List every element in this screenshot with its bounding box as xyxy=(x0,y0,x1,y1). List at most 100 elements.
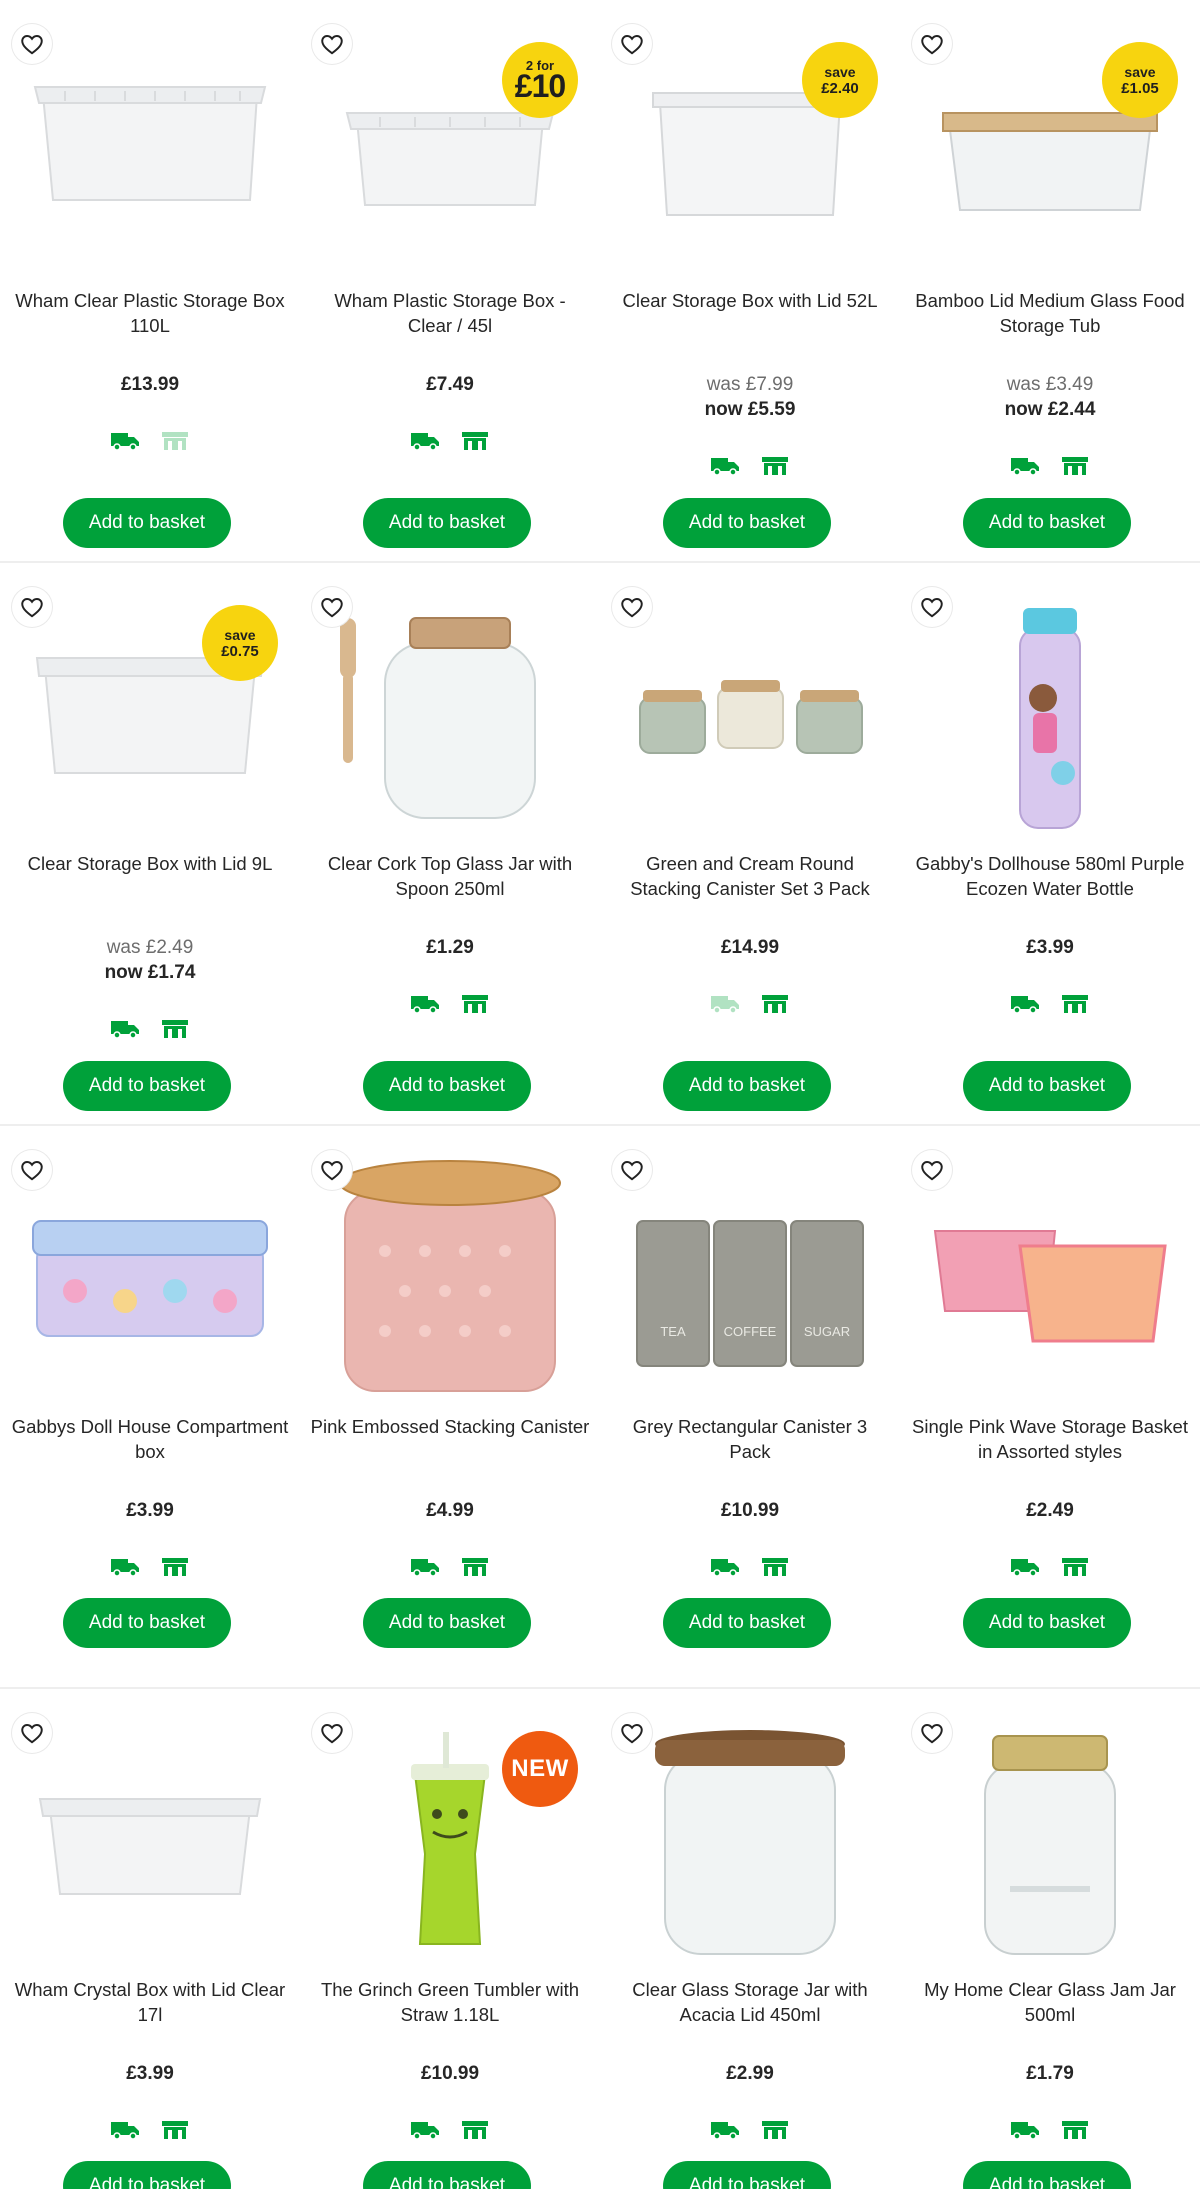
wishlist-button[interactable] xyxy=(12,1713,52,1753)
store-collect-icon xyxy=(162,2121,188,2139)
wishlist-button[interactable] xyxy=(612,1150,652,1190)
fulfilment-icons xyxy=(600,2119,900,2141)
wishlist-button[interactable] xyxy=(912,587,952,627)
add-to-basket-button[interactable]: Add to basket xyxy=(663,1061,831,1111)
product-title[interactable]: The Grinch Green Tumbler with Straw 1.18… xyxy=(310,1977,590,2027)
fulfilment-icons xyxy=(300,1556,600,1578)
wishlist-button[interactable] xyxy=(312,587,352,627)
product-image[interactable] xyxy=(320,583,580,843)
heart-outline-icon xyxy=(921,598,943,618)
product-image[interactable] xyxy=(920,583,1180,843)
was-price: was £2.49 xyxy=(106,937,194,958)
product-title[interactable]: My Home Clear Glass Jam Jar 500ml xyxy=(910,1977,1190,2027)
add-to-basket-button[interactable]: Add to basket xyxy=(963,1061,1131,1111)
fulfilment-icons xyxy=(900,1556,1200,1578)
heart-outline-icon xyxy=(621,1724,643,1744)
product-image[interactable] xyxy=(320,1146,580,1406)
product-image[interactable] xyxy=(920,1146,1180,1406)
wishlist-button[interactable] xyxy=(912,24,952,64)
delivery-van-icon xyxy=(111,1559,139,1577)
add-to-basket-button[interactable]: Add to basket xyxy=(963,498,1131,548)
product-image[interactable] xyxy=(620,1709,880,1969)
wishlist-button[interactable] xyxy=(312,24,352,64)
product-image[interactable] xyxy=(20,20,280,280)
wishlist-button[interactable] xyxy=(12,1150,52,1190)
wishlist-button[interactable] xyxy=(912,1713,952,1753)
wishlist-button[interactable] xyxy=(612,24,652,64)
heart-outline-icon xyxy=(321,1724,343,1744)
product-price: £10.99 xyxy=(720,1500,780,1521)
product-price: £1.29 xyxy=(426,937,474,958)
product-image[interactable]: TEA COFFEE SUGAR xyxy=(620,1146,880,1406)
product-title[interactable]: Clear Storage Box with Lid 9L xyxy=(10,851,290,876)
product-image[interactable] xyxy=(20,1146,280,1406)
product-row: save £0.75 Clear Storage Box with Lid 9L … xyxy=(0,563,1200,1126)
add-to-basket-button[interactable]: Add to basket xyxy=(963,1598,1131,1648)
wishlist-button[interactable] xyxy=(612,587,652,627)
delivery-van-icon xyxy=(411,433,439,451)
add-to-basket-button[interactable]: Add to basket xyxy=(363,1598,531,1648)
was-price: was £7.99 xyxy=(706,374,794,395)
add-to-basket-button[interactable]: Add to basket xyxy=(63,1061,231,1111)
delivery-van-icon xyxy=(411,2122,439,2140)
product-title[interactable]: Single Pink Wave Storage Basket in Assor… xyxy=(910,1414,1190,1464)
store-collect-icon xyxy=(162,1558,188,1576)
add-to-basket-button[interactable]: Add to basket xyxy=(663,498,831,548)
now-price: now £5.59 xyxy=(704,399,796,420)
delivery-van-icon xyxy=(711,1559,739,1577)
product-row: Wham Crystal Box with Lid Clear 17l £3.9… xyxy=(0,1689,1200,2189)
product-title[interactable]: Wham Plastic Storage Box - Clear / 45l xyxy=(310,288,590,338)
product-price: £2.49 xyxy=(1026,1500,1074,1521)
store-collect-icon xyxy=(462,1558,488,1576)
heart-outline-icon xyxy=(321,35,343,55)
now-price: now £1.74 xyxy=(104,962,196,983)
add-to-basket-button[interactable]: Add to basket xyxy=(663,2161,831,2189)
product-title[interactable]: Wham Crystal Box with Lid Clear 17l xyxy=(10,1977,290,2027)
product-price: £1.79 xyxy=(1026,2063,1074,2084)
delivery-van-icon xyxy=(111,1021,139,1039)
store-collect-icon xyxy=(462,995,488,1013)
add-to-basket-button[interactable]: Add to basket xyxy=(363,498,531,548)
fulfilment-icons xyxy=(900,2119,1200,2141)
add-to-basket-button[interactable]: Add to basket xyxy=(363,2161,531,2189)
wishlist-button[interactable] xyxy=(612,1713,652,1753)
product-title[interactable]: Gabbys Doll House Compartment box xyxy=(10,1414,290,1464)
product-card: Wham Clear Plastic Storage Box 110L £13.… xyxy=(0,0,300,561)
delivery-van-icon xyxy=(1011,458,1039,476)
add-to-basket-button[interactable]: Add to basket xyxy=(63,498,231,548)
product-title[interactable]: Wham Clear Plastic Storage Box 110L xyxy=(10,288,290,338)
product-title[interactable]: Clear Cork Top Glass Jar with Spoon 250m… xyxy=(310,851,590,901)
product-grid: Wham Clear Plastic Storage Box 110L £13.… xyxy=(0,0,1200,2189)
add-to-basket-button[interactable]: Add to basket xyxy=(963,2161,1131,2189)
add-to-basket-button[interactable]: Add to basket xyxy=(63,1598,231,1648)
product-title[interactable]: Clear Storage Box with Lid 52L xyxy=(610,288,890,313)
product-title[interactable]: Green and Cream Round Stacking Canister … xyxy=(610,851,890,901)
add-to-basket-button[interactable]: Add to basket xyxy=(63,2161,231,2189)
delivery-van-icon xyxy=(111,433,139,451)
wishlist-button[interactable] xyxy=(12,587,52,627)
heart-outline-icon xyxy=(21,1724,43,1744)
product-image[interactable] xyxy=(20,1709,280,1969)
product-image[interactable] xyxy=(620,583,880,843)
fulfilment-icons xyxy=(600,1556,900,1578)
wishlist-button[interactable] xyxy=(312,1713,352,1753)
product-title[interactable]: Bamboo Lid Medium Glass Food Storage Tub xyxy=(910,288,1190,338)
delivery-van-icon xyxy=(411,996,439,1014)
product-image[interactable] xyxy=(920,1709,1180,1969)
store-collect-icon xyxy=(1062,995,1088,1013)
product-title[interactable]: Grey Rectangular Canister 3 Pack xyxy=(610,1414,890,1464)
store-collect-icon xyxy=(762,1558,788,1576)
add-to-basket-button[interactable]: Add to basket xyxy=(663,1598,831,1648)
product-title[interactable]: Clear Glass Storage Jar with Acacia Lid … xyxy=(610,1977,890,2027)
canister-label: TEA xyxy=(660,1324,686,1339)
wishlist-button[interactable] xyxy=(912,1150,952,1190)
fulfilment-icons xyxy=(600,993,900,1015)
wishlist-button[interactable] xyxy=(312,1150,352,1190)
store-collect-icon xyxy=(762,995,788,1013)
wishlist-button[interactable] xyxy=(12,24,52,64)
product-title[interactable]: Gabby's Dollhouse 580ml Purple Ecozen Wa… xyxy=(910,851,1190,901)
product-card: Single Pink Wave Storage Basket in Assor… xyxy=(900,1126,1200,1687)
product-title[interactable]: Pink Embossed Stacking Canister xyxy=(310,1414,590,1439)
save-badge: save £1.05 xyxy=(1102,42,1178,118)
add-to-basket-button[interactable]: Add to basket xyxy=(363,1061,531,1111)
